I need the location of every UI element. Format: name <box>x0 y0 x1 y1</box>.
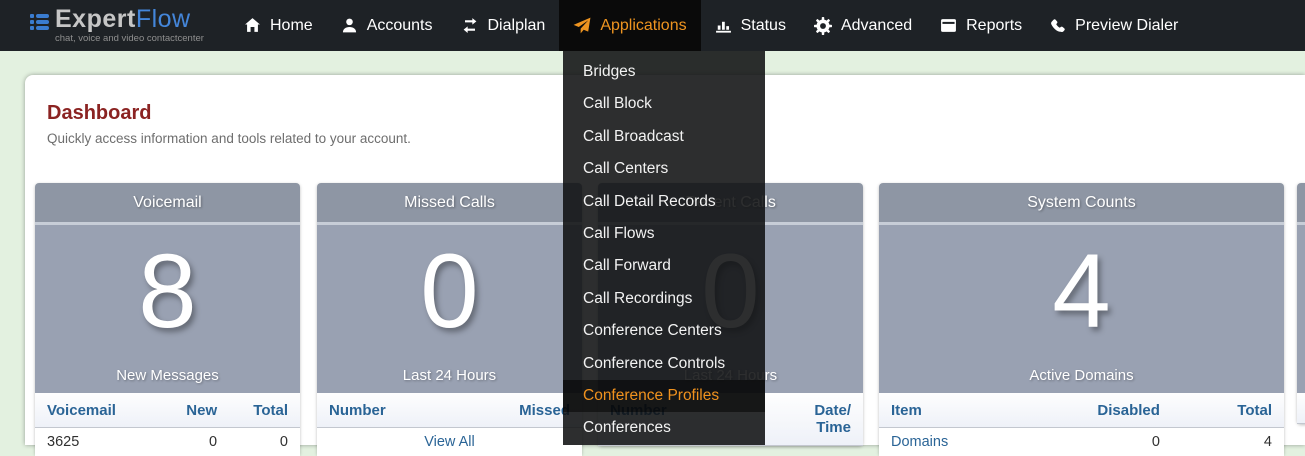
bar-chart-icon <box>715 17 732 34</box>
total-count: 0 <box>217 434 288 450</box>
main-nav: Home Accounts Dialplan Applications Stat… <box>230 0 1192 51</box>
domains-link[interactable]: Domains <box>891 434 1048 450</box>
menu-item-call-block[interactable]: Call Block <box>563 88 765 120</box>
nav-label: Home <box>270 17 313 35</box>
column-header: Number <box>329 402 450 419</box>
column-header: Total <box>1160 402 1272 419</box>
column-header: Total <box>217 402 288 419</box>
transfer-arrows-icon <box>461 17 479 34</box>
gear-icon <box>814 17 832 35</box>
card-big-value: 4 <box>879 232 1284 352</box>
menu-item-conference-profiles[interactable]: Conference Profiles <box>563 380 765 412</box>
card-caption: Last 24 Hours <box>317 367 582 384</box>
home-icon <box>244 17 261 34</box>
brand-name: ExpertFlow <box>55 6 204 32</box>
nav-label: Reports <box>966 17 1022 35</box>
table-header-row <box>1297 393 1305 424</box>
total-count: 4 <box>1160 434 1272 450</box>
page-title: Dashboard <box>47 102 151 125</box>
phone-icon <box>1050 18 1066 34</box>
card-title: Voicemail <box>35 183 300 225</box>
brand-list-icon <box>30 12 49 32</box>
card-title: System Counts <box>879 183 1284 225</box>
nav-item-reports[interactable]: Reports <box>926 0 1036 51</box>
card-title <box>1297 183 1305 225</box>
card-big-value: 8 <box>35 232 300 352</box>
table-header-row: Voicemail New Total <box>35 393 300 428</box>
column-header: Item <box>891 402 1048 419</box>
card-title: Missed Calls <box>317 183 582 225</box>
page-subtitle: Quickly access information and tools rel… <box>47 131 411 146</box>
card-caption: New Messages <box>35 367 300 384</box>
menu-item-call-forward[interactable]: Call Forward <box>563 250 765 282</box>
column-header: New <box>146 402 217 419</box>
card-voicemail: Voicemail 8 New Messages Voicemail New T… <box>35 183 300 456</box>
nav-label: Advanced <box>841 17 912 35</box>
view-all-link[interactable]: View All <box>329 434 570 450</box>
card-body: 8 New Messages <box>35 225 300 393</box>
nav-item-accounts[interactable]: Accounts <box>327 0 447 51</box>
nav-label: Applications <box>600 17 686 35</box>
nav-label: Dialplan <box>488 17 546 35</box>
brand-tagline: chat, voice and video contactcenter <box>55 33 204 44</box>
menu-item-conference-controls[interactable]: Conference Controls <box>563 348 765 380</box>
nav-item-dialplan[interactable]: Dialplan <box>447 0 560 51</box>
nav-label: Accounts <box>367 17 433 35</box>
card-body <box>1297 225 1305 393</box>
menu-item-call-centers[interactable]: Call Centers <box>563 153 765 185</box>
nav-label: Preview Dialer <box>1075 17 1178 35</box>
nav-item-home[interactable]: Home <box>230 0 327 51</box>
column-header: Missed <box>450 402 571 419</box>
applications-dropdown-menu: Bridges Call Block Call Broadcast Call C… <box>563 51 765 445</box>
card-body: 0 Last 24 Hours <box>317 225 582 393</box>
user-icon <box>341 17 358 34</box>
table-row: 3625 0 0 <box>35 428 300 456</box>
card-table: Voicemail New Total 3625 0 0 <box>35 393 300 456</box>
table-header-row: Number Missed <box>317 393 582 428</box>
column-header: Voicemail <box>47 402 146 419</box>
top-navbar: ExpertFlow chat, voice and video contact… <box>0 0 1305 51</box>
table-row: Domains 0 4 <box>879 428 1284 456</box>
card-table: Item Disabled Total Domains 0 4 <box>879 393 1284 456</box>
card-partial <box>1297 183 1305 424</box>
card-big-value: 0 <box>317 232 582 352</box>
nav-item-applications[interactable]: Applications <box>559 0 700 51</box>
card-system-counts: System Counts 4 Active Domains Item Disa… <box>879 183 1284 456</box>
disabled-count: 0 <box>1048 434 1160 450</box>
card-caption: Active Domains <box>879 367 1284 384</box>
nav-label: Status <box>741 17 786 35</box>
brand-logo[interactable]: ExpertFlow chat, voice and video contact… <box>30 6 204 44</box>
table-row: View All <box>317 428 582 456</box>
paper-plane-icon <box>573 17 591 35</box>
menu-item-call-broadcast[interactable]: Call Broadcast <box>563 121 765 153</box>
card-table: Number Missed View All <box>317 393 582 456</box>
voicemail-box: 3625 <box>47 434 146 450</box>
menu-item-call-recordings[interactable]: Call Recordings <box>563 283 765 315</box>
menu-item-bridges[interactable]: Bridges <box>563 56 765 88</box>
menu-item-conferences[interactable]: Conferences <box>563 412 765 444</box>
table-header-row: Item Disabled Total <box>879 393 1284 428</box>
column-header: Disabled <box>1048 402 1160 419</box>
menu-item-call-detail-records[interactable]: Call Detail Records <box>563 186 765 218</box>
menu-item-call-flows[interactable]: Call Flows <box>563 218 765 250</box>
report-window-icon <box>940 17 957 34</box>
nav-item-advanced[interactable]: Advanced <box>800 0 926 51</box>
nav-item-status[interactable]: Status <box>701 0 800 51</box>
nav-item-preview-dialer[interactable]: Preview Dialer <box>1036 0 1192 51</box>
new-count: 0 <box>146 434 217 450</box>
menu-item-conference-centers[interactable]: Conference Centers <box>563 315 765 347</box>
column-header: Date/ Time <box>789 402 851 437</box>
card-missed-calls: Missed Calls 0 Last 24 Hours Number Miss… <box>317 183 582 456</box>
card-body: 4 Active Domains <box>879 225 1284 393</box>
